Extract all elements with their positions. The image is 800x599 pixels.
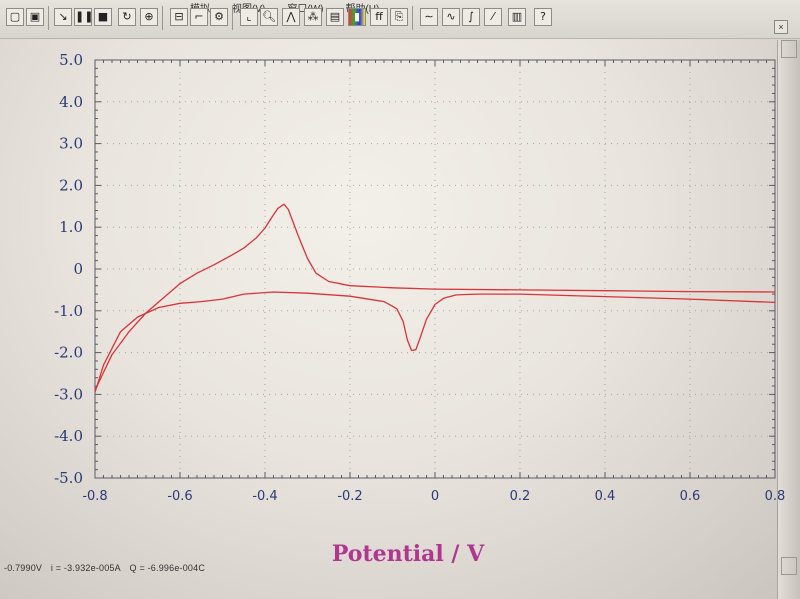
y-tick-label: -1.0 <box>54 302 83 320</box>
y-tick-label: -2.0 <box>54 344 83 362</box>
status-charge: Q = -6.996e-004C <box>129 563 206 573</box>
y-tick-label: 3.0 <box>59 135 83 153</box>
y-tick-label: 1.0 <box>59 218 83 236</box>
cv-chart: 5.0 4.0 3.0 2.0 1.0 0 -1.0 -2.0 -3.0 -4.0 -5.0 -0.… <box>54 51 785 567</box>
x-tick-label: 0.8 <box>765 489 786 504</box>
y-tick-label: 4.0 <box>59 93 83 111</box>
y-tick-labels: 5.0 4.0 3.0 2.0 1.0 0 -1.0 -2.0 -3.0 -4.0 -5.0 <box>54 51 83 487</box>
y-tick-label: 2.0 <box>59 176 83 194</box>
chart-series <box>94 203 776 393</box>
y-tick-label: 5.0 <box>59 51 83 69</box>
x-tick-labels: -0.8 -0.6 -0.4 -0.2 0 0.2 0.4 0.6 0.8 <box>82 489 785 504</box>
series-line-0 <box>94 203 776 391</box>
y-tick-label: 0 <box>73 260 83 278</box>
x-tick-label: -0.6 <box>167 489 192 504</box>
status-bar: -0.7990V i = -3.932e-005A Q = -6.996e-00… <box>4 563 211 573</box>
x-tick-label: -0.4 <box>252 489 277 504</box>
y-tick-label: -3.0 <box>54 385 83 403</box>
x-tick-label: 0 <box>431 489 439 504</box>
y-tick-label: -4.0 <box>54 427 83 445</box>
status-potential: -0.7990V <box>4 563 43 573</box>
x-tick-label: 0.6 <box>680 489 701 504</box>
y-tick-label: -5.0 <box>54 469 83 487</box>
chart-grid <box>95 60 775 478</box>
x-tick-label: -0.8 <box>82 489 107 504</box>
status-current: i = -3.932e-005A <box>50 563 121 573</box>
x-axis-label: Potential / V <box>332 541 485 567</box>
x-tick-label: 0.4 <box>595 489 616 504</box>
x-tick-label: 0.2 <box>510 489 531 504</box>
x-tick-label: -0.2 <box>337 489 362 504</box>
